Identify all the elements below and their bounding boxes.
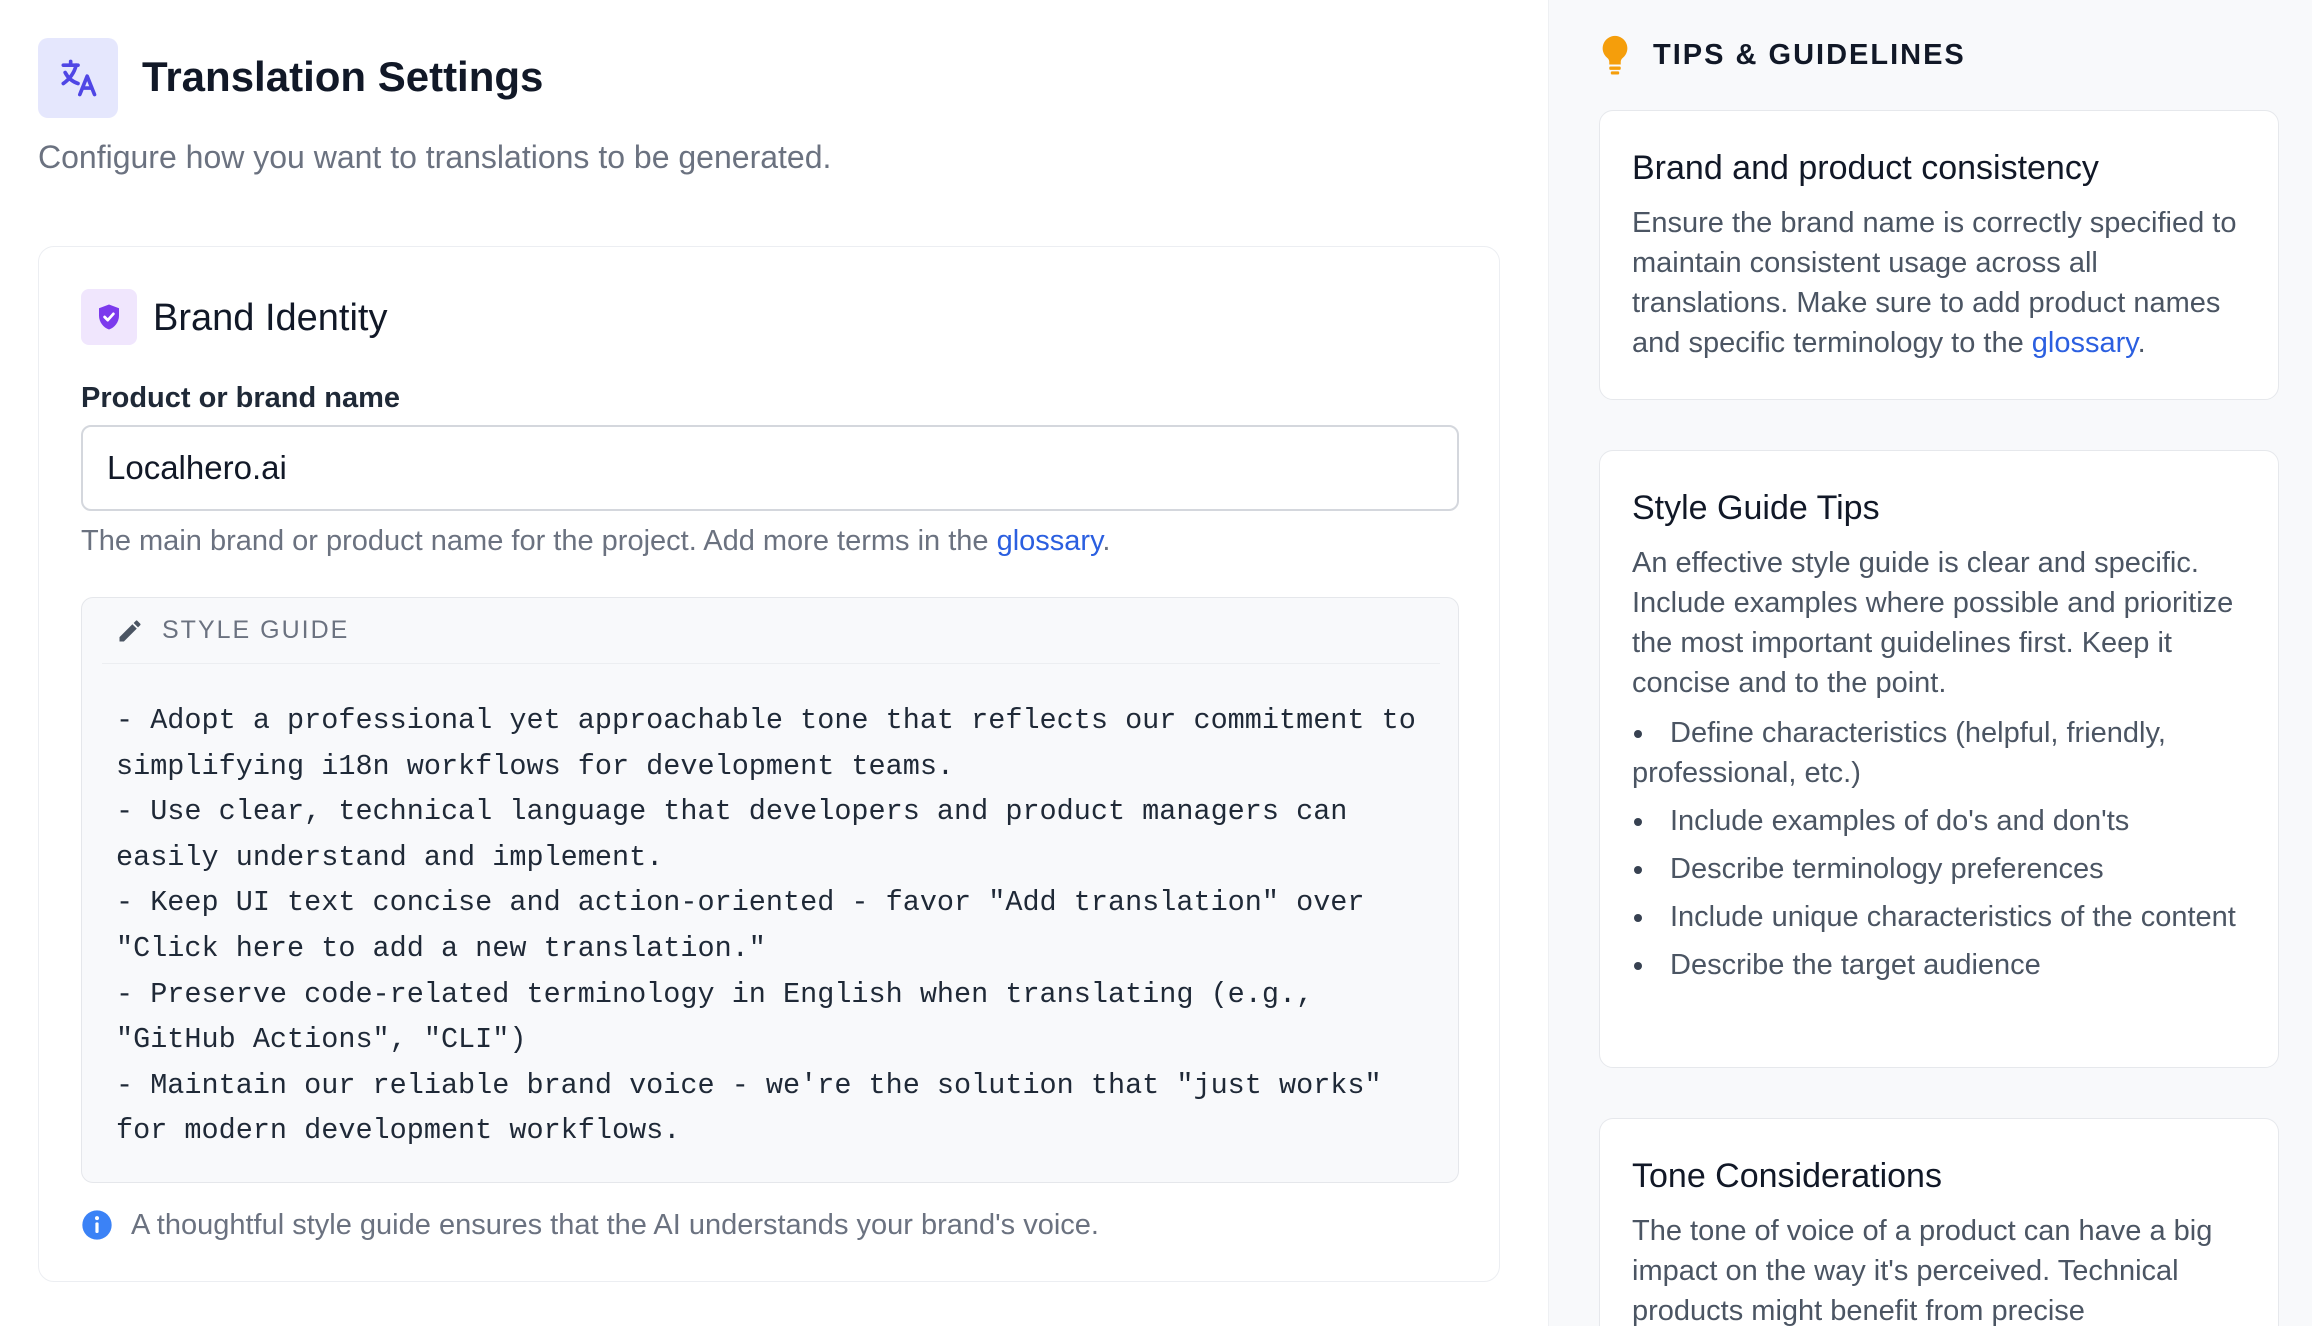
tips-title: TIPS & GUIDELINES — [1653, 38, 1966, 71]
card-title: Brand Identity — [153, 297, 388, 339]
tip-title: Tone Considerations — [1632, 1157, 1942, 1195]
brand-name-input[interactable] — [81, 425, 1459, 511]
main-content: Translation Settings Configure how you w… — [0, 0, 1548, 1326]
shield-check-icon — [81, 289, 137, 345]
tip-text-body: Ensure the brand name is correctly speci… — [1632, 207, 2237, 359]
tip-text: The tone of voice of a product can have … — [1632, 1215, 2213, 1326]
brand-identity-card: Brand Identity Product or brand name The… — [38, 246, 1500, 1282]
tip-card-style-guide: Style Guide Tips An effective style guid… — [1599, 450, 2279, 1068]
tips-sidebar: TIPS & GUIDELINES Brand and product cons… — [1548, 0, 2312, 1326]
list-item: Include examples of do's and don'ts — [1632, 801, 2246, 841]
tip-list: Define characteristics (helpful, friendl… — [1632, 713, 2246, 985]
list-item: Include unique characteristics of the co… — [1632, 897, 2246, 937]
tip-text: An effective style guide is clear and sp… — [1632, 547, 2234, 699]
brand-name-help: The main brand or product name for the p… — [81, 519, 1110, 563]
list-item: Describe the target audience — [1632, 945, 2246, 985]
help-text: The main brand or product name for the p… — [81, 525, 997, 557]
translate-icon — [38, 38, 118, 118]
glossary-link[interactable]: glossary — [997, 525, 1103, 557]
tips-header: TIPS & GUIDELINES — [1599, 34, 1966, 76]
tip-card-tone: Tone Considerations The tone of voice of… — [1599, 1118, 2279, 1326]
pencil-icon — [116, 617, 144, 645]
list-item: Define characteristics (helpful, friendl… — [1632, 713, 2246, 793]
tip-title: Brand and product consistency — [1632, 149, 2099, 187]
brand-name-label: Product or brand name — [81, 382, 401, 414]
style-guide-textarea[interactable]: - Adopt a professional yet approachable … — [116, 698, 1436, 1168]
info-text: A thoughtful style guide ensures that th… — [131, 1209, 1099, 1241]
list-item: Describe terminology preferences — [1632, 849, 2246, 889]
style-guide-info: A thoughtful style guide ensures that th… — [81, 1205, 1099, 1245]
tip-card-brand-consistency: Brand and product consistency Ensure the… — [1599, 110, 2279, 400]
page-subtitle: Configure how you want to translations t… — [38, 139, 832, 175]
page-title: Translation Settings — [142, 53, 544, 100]
help-suffix: . — [1102, 525, 1111, 557]
tip-title: Style Guide Tips — [1632, 489, 1880, 527]
info-icon — [82, 1210, 112, 1240]
style-guide-box: STYLE GUIDE - Adopt a professional yet a… — [81, 597, 1459, 1183]
lightbulb-icon — [1602, 35, 1628, 75]
glossary-link[interactable]: glossary — [2032, 327, 2138, 359]
tip-text: Ensure the brand name is correctly speci… — [1632, 203, 2246, 363]
style-guide-label: STYLE GUIDE — [162, 616, 350, 644]
tip-text-suffix: . — [2137, 327, 2146, 359]
style-guide-header: STYLE GUIDE — [102, 598, 1440, 664]
